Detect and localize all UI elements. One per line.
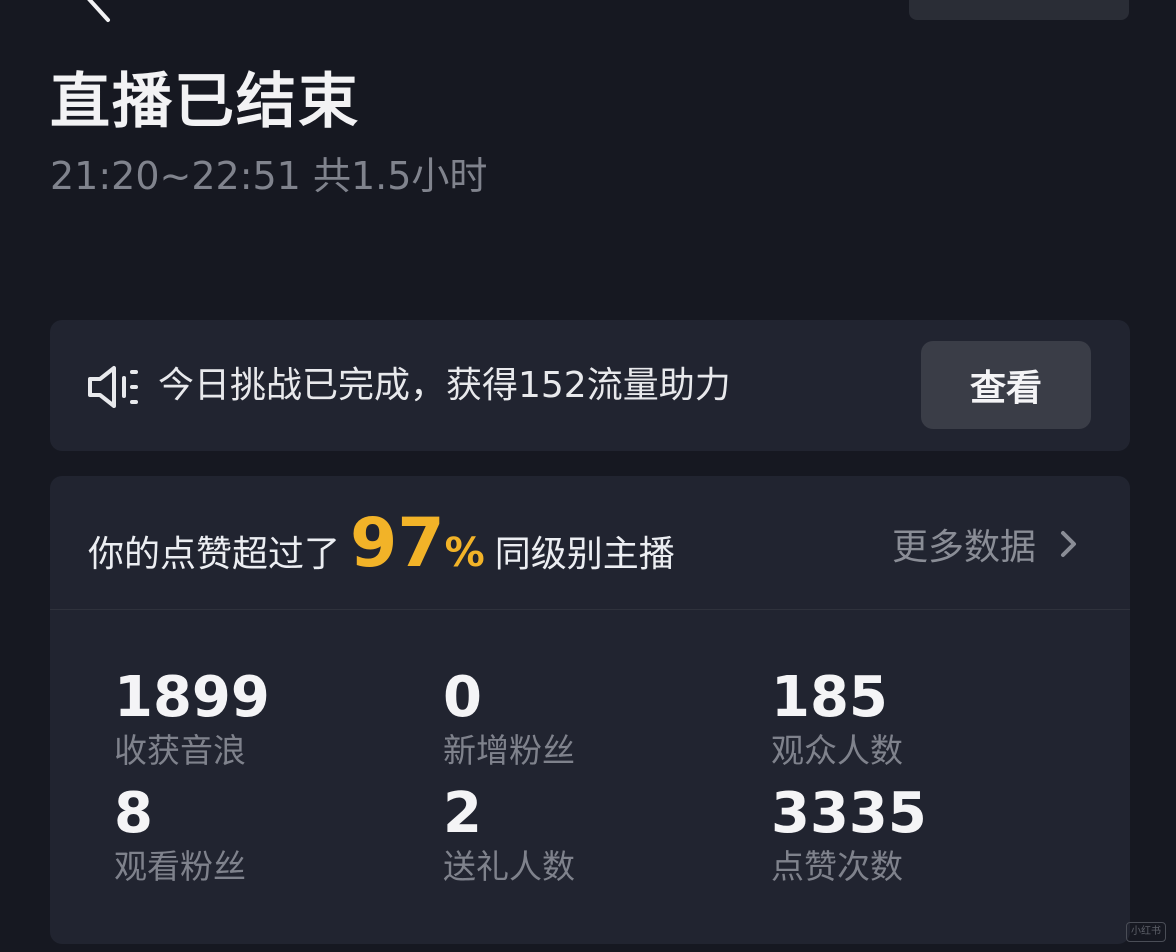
stat-label: 点赞次数 <box>771 847 903 886</box>
stat-label: 观众人数 <box>771 731 903 770</box>
stat-label: 观看粉丝 <box>114 847 246 886</box>
comparison-row: 你的点赞超过了 97 % 同级别主播 更多数据 <box>50 476 1130 610</box>
live-summary-page: 直播已结束 21:20~22:51 共1.5小时 今日挑战已完成，获得152流量… <box>0 0 1176 952</box>
challenge-banner: 今日挑战已完成，获得152流量助力 查看 <box>50 320 1130 451</box>
stat-value: 8 <box>114 781 153 846</box>
comparison-prefix: 你的点赞超过了 <box>88 534 341 575</box>
live-time-range: 21:20~22:51 共1.5小时 <box>50 154 488 198</box>
comparison-suffix: 同级别主播 <box>494 534 675 575</box>
chevron-right-icon <box>1061 531 1077 557</box>
stat-item-viewers: 185 观众人数 <box>771 666 1071 772</box>
like-comparison: 你的点赞超过了 97 % 同级别主播 <box>88 504 675 584</box>
watermark-logo: 小红书 <box>1126 922 1166 942</box>
back-arrow-icon[interactable] <box>80 0 116 26</box>
stats-card: 你的点赞超过了 97 % 同级别主播 更多数据 1899 收获音浪 0 新增粉丝… <box>50 476 1130 944</box>
stat-label: 送礼人数 <box>443 847 575 886</box>
stat-value: 1899 <box>114 665 270 730</box>
stat-item-gift-senders: 2 送礼人数 <box>443 782 743 888</box>
stat-label: 收获音浪 <box>114 731 246 770</box>
comparison-percent-unit: % <box>444 530 485 576</box>
comparison-percent-value: 97 <box>350 504 445 583</box>
stat-item-likes: 3335 点赞次数 <box>771 782 1071 888</box>
stat-item-new-followers: 0 新增粉丝 <box>443 666 743 772</box>
stat-value: 3335 <box>771 781 927 846</box>
stat-value: 0 <box>443 665 482 730</box>
page-title: 直播已结束 <box>50 67 360 137</box>
view-button[interactable]: 查看 <box>921 341 1091 429</box>
more-data-link[interactable]: 更多数据 <box>892 516 1080 572</box>
more-data-label: 更多数据 <box>892 527 1037 568</box>
stat-value: 2 <box>443 781 482 846</box>
challenge-message: 今日挑战已完成，获得152流量助力 <box>158 365 731 406</box>
stat-value: 185 <box>771 665 888 730</box>
speaker-icon <box>88 366 138 408</box>
top-right-button[interactable] <box>909 0 1129 20</box>
stat-item-follower-viewers: 8 观看粉丝 <box>114 782 414 888</box>
stat-label: 新增粉丝 <box>443 731 575 770</box>
stat-item-sound-waves: 1899 收获音浪 <box>114 666 414 772</box>
